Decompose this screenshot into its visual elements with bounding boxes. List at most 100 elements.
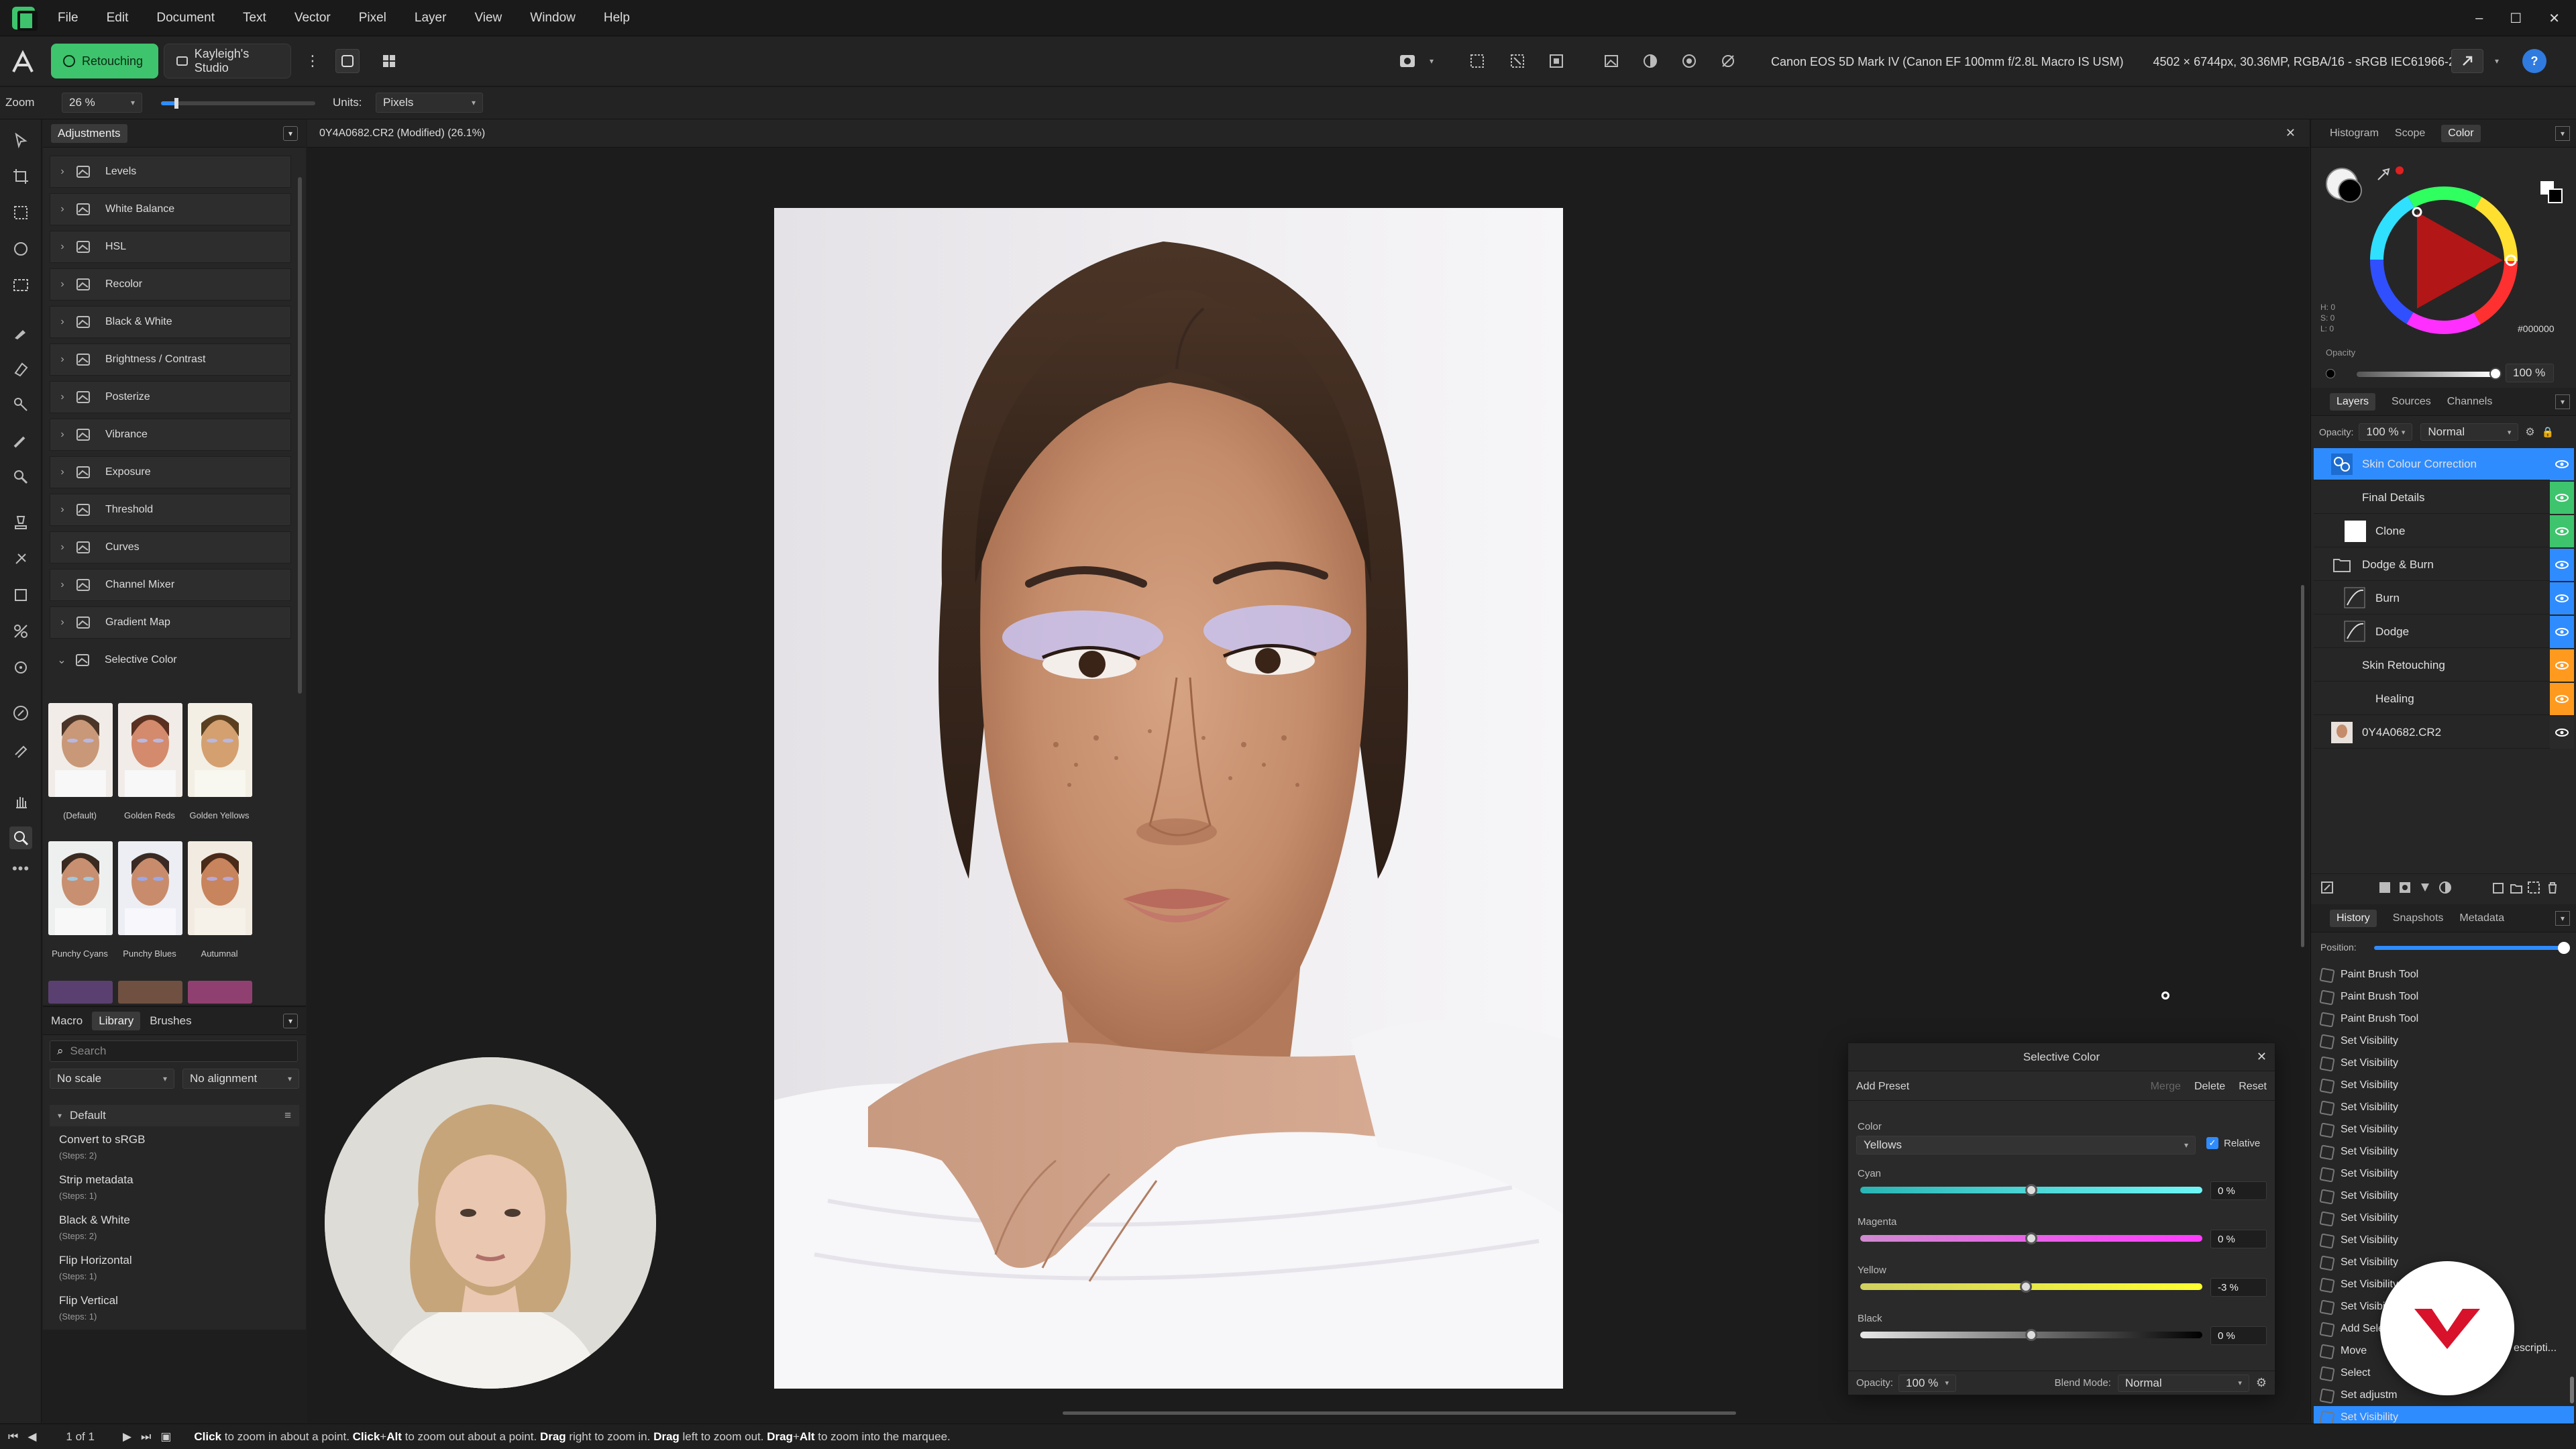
stamp-tool-icon[interactable] xyxy=(9,511,32,534)
tab-scope[interactable]: Scope xyxy=(2395,127,2425,140)
layer-row[interactable]: Healing xyxy=(2314,683,2574,715)
menu-text[interactable]: Text xyxy=(243,11,266,25)
macro-item[interactable]: Strip metadata (Steps: 1) xyxy=(59,1173,301,1201)
liquify-tool-icon[interactable] xyxy=(9,620,32,643)
preset-thumbnail[interactable] xyxy=(48,841,113,935)
eye-icon[interactable] xyxy=(2550,683,2574,715)
document-photo[interactable] xyxy=(774,208,1563,1389)
image-icon[interactable] xyxy=(1599,49,1623,73)
menu-document[interactable]: Document xyxy=(156,11,215,25)
adjustment-item[interactable]: › Recolor xyxy=(50,268,291,301)
history-item[interactable]: Set Visibility xyxy=(2314,1052,2574,1074)
erase-brush-icon[interactable] xyxy=(9,357,32,380)
grid-icon[interactable] xyxy=(377,49,401,73)
paint-brush-icon[interactable] xyxy=(9,321,32,343)
assistant-icon[interactable] xyxy=(335,49,360,73)
hex-value[interactable]: #000000 xyxy=(2518,323,2555,334)
pages-icon[interactable]: ▣ xyxy=(160,1430,171,1444)
trash-icon[interactable] xyxy=(2546,881,2559,894)
scale-select[interactable]: No scale ▾ xyxy=(50,1069,174,1089)
frame-tool-icon[interactable] xyxy=(9,584,32,606)
list-menu-icon[interactable]: ≡ xyxy=(284,1109,291,1122)
tab-sources[interactable]: Sources xyxy=(2392,396,2431,408)
tab-history[interactable]: History xyxy=(2330,909,2377,927)
zoom-tool-icon[interactable] xyxy=(9,826,32,849)
macro-item[interactable]: Flip Vertical (Steps: 1) xyxy=(59,1294,301,1322)
preset-thumbnail[interactable] xyxy=(188,981,252,1004)
preset-thumbnail[interactable] xyxy=(48,981,113,1004)
snapping-icon[interactable] xyxy=(2451,49,2483,73)
adjustment-item[interactable]: › Threshold xyxy=(50,494,291,526)
menu-edit[interactable]: Edit xyxy=(107,11,129,25)
history-item[interactable]: Set Visibility xyxy=(2314,1030,2574,1052)
opacity-input[interactable]: 100 % ▾ xyxy=(1898,1374,1957,1392)
slider-handle[interactable] xyxy=(2025,1232,2037,1244)
duplicate-layer-icon[interactable] xyxy=(2527,881,2540,894)
delete-button[interactable]: Delete xyxy=(2194,1081,2225,1093)
deselect-icon[interactable] xyxy=(1505,49,1529,73)
minimize-icon[interactable]: – xyxy=(2475,11,2483,26)
persona-studio-button[interactable]: Kayleigh's Studio xyxy=(164,44,291,78)
tab-macro[interactable]: Macro xyxy=(51,1014,83,1028)
library-search-input[interactable]: ⌕ Search xyxy=(50,1040,298,1062)
select-all-icon[interactable] xyxy=(1465,49,1489,73)
gear-icon[interactable]: ⚙ xyxy=(2525,425,2534,439)
history-item[interactable]: Paint Brush Tool xyxy=(2314,1008,2574,1030)
menu-pixel[interactable]: Pixel xyxy=(359,11,386,25)
canvas-vertical-scrollbar[interactable] xyxy=(2301,585,2304,947)
menu-help[interactable]: Help xyxy=(604,11,630,25)
preset-thumbnail[interactable] xyxy=(118,841,182,935)
menu-window[interactable]: Window xyxy=(530,11,576,25)
menu-vector[interactable]: Vector xyxy=(294,11,331,25)
view-mode-dropdown-icon[interactable]: ▾ xyxy=(1419,49,1444,73)
history-item[interactable]: Set Visibility xyxy=(2314,1074,2574,1096)
last-page-icon[interactable]: ⏭ xyxy=(141,1430,151,1444)
eye-icon[interactable] xyxy=(2550,716,2574,749)
crop-tool-icon[interactable] xyxy=(9,165,32,188)
adjustment-item[interactable]: › Posterize xyxy=(50,381,291,413)
slider-handle[interactable] xyxy=(2025,1184,2037,1196)
document-tab[interactable]: 0Y4A0682.CR2 (Modified) (26.1%) ✕ xyxy=(307,119,2309,148)
tab-channels[interactable]: Channels xyxy=(2447,396,2493,408)
panel-menu-icon[interactable]: ▾ xyxy=(283,125,298,141)
adjustment-item[interactable]: › Channel Mixer xyxy=(50,569,291,601)
tab-color[interactable]: Color xyxy=(2441,124,2481,142)
mask-off-icon[interactable] xyxy=(1716,49,1740,73)
color-wheel[interactable] xyxy=(2369,185,2519,335)
slider-value-input[interactable]: 0 % xyxy=(2210,1326,2267,1345)
tab-snapshots[interactable]: Snapshots xyxy=(2393,912,2444,924)
menu-file[interactable]: File xyxy=(58,11,78,25)
hand-tool-icon[interactable] xyxy=(9,790,32,813)
snapping-dropdown-icon[interactable]: ▾ xyxy=(2485,49,2509,73)
maximize-icon[interactable]: ☐ xyxy=(2510,10,2522,27)
tab-metadata[interactable]: Metadata xyxy=(2459,912,2504,924)
reset-button[interactable]: Reset xyxy=(2239,1081,2267,1093)
alignment-select[interactable]: No alignment ▾ xyxy=(182,1069,299,1089)
history-item[interactable]: Paint Brush Tool xyxy=(2314,963,2574,985)
history-item[interactable]: Set Visibility xyxy=(2314,1140,2574,1163)
selection-brush-icon[interactable] xyxy=(9,201,32,224)
tab-library[interactable]: Library xyxy=(92,1011,141,1030)
clone-brush-icon[interactable] xyxy=(9,393,32,416)
eyedropper-icon[interactable] xyxy=(2375,166,2392,182)
adjustment-item[interactable]: › Levels xyxy=(50,156,291,188)
color-picker-icon[interactable] xyxy=(9,738,32,761)
preset-thumbnail[interactable] xyxy=(118,703,182,797)
first-page-icon[interactable]: ⏮ xyxy=(8,1430,18,1444)
canvas-horizontal-scrollbar[interactable] xyxy=(1063,1411,1736,1415)
slider-handle[interactable] xyxy=(2025,1329,2037,1341)
history-item[interactable]: Set Visibility xyxy=(2314,1185,2574,1207)
adjustment-item[interactable]: ⌄ Selective Color xyxy=(50,644,291,676)
zoom-slider-handle[interactable] xyxy=(174,98,178,109)
adjustment-item[interactable]: › Exposure xyxy=(50,456,291,488)
color-range-select[interactable]: Yellows ▾ xyxy=(1856,1136,2196,1155)
flood-select-icon[interactable] xyxy=(9,237,32,260)
contrast-icon[interactable] xyxy=(1638,49,1662,73)
close-document-icon[interactable]: ✕ xyxy=(2286,126,2296,140)
color-opacity-handle[interactable] xyxy=(2489,368,2502,380)
app-icon[interactable] xyxy=(9,49,36,76)
tab-brushes[interactable]: Brushes xyxy=(150,1014,191,1028)
preset-thumbnail[interactable] xyxy=(118,981,182,1004)
units-select[interactable]: Pixels ▾ xyxy=(376,93,483,113)
invert-selection-icon[interactable] xyxy=(1544,49,1568,73)
